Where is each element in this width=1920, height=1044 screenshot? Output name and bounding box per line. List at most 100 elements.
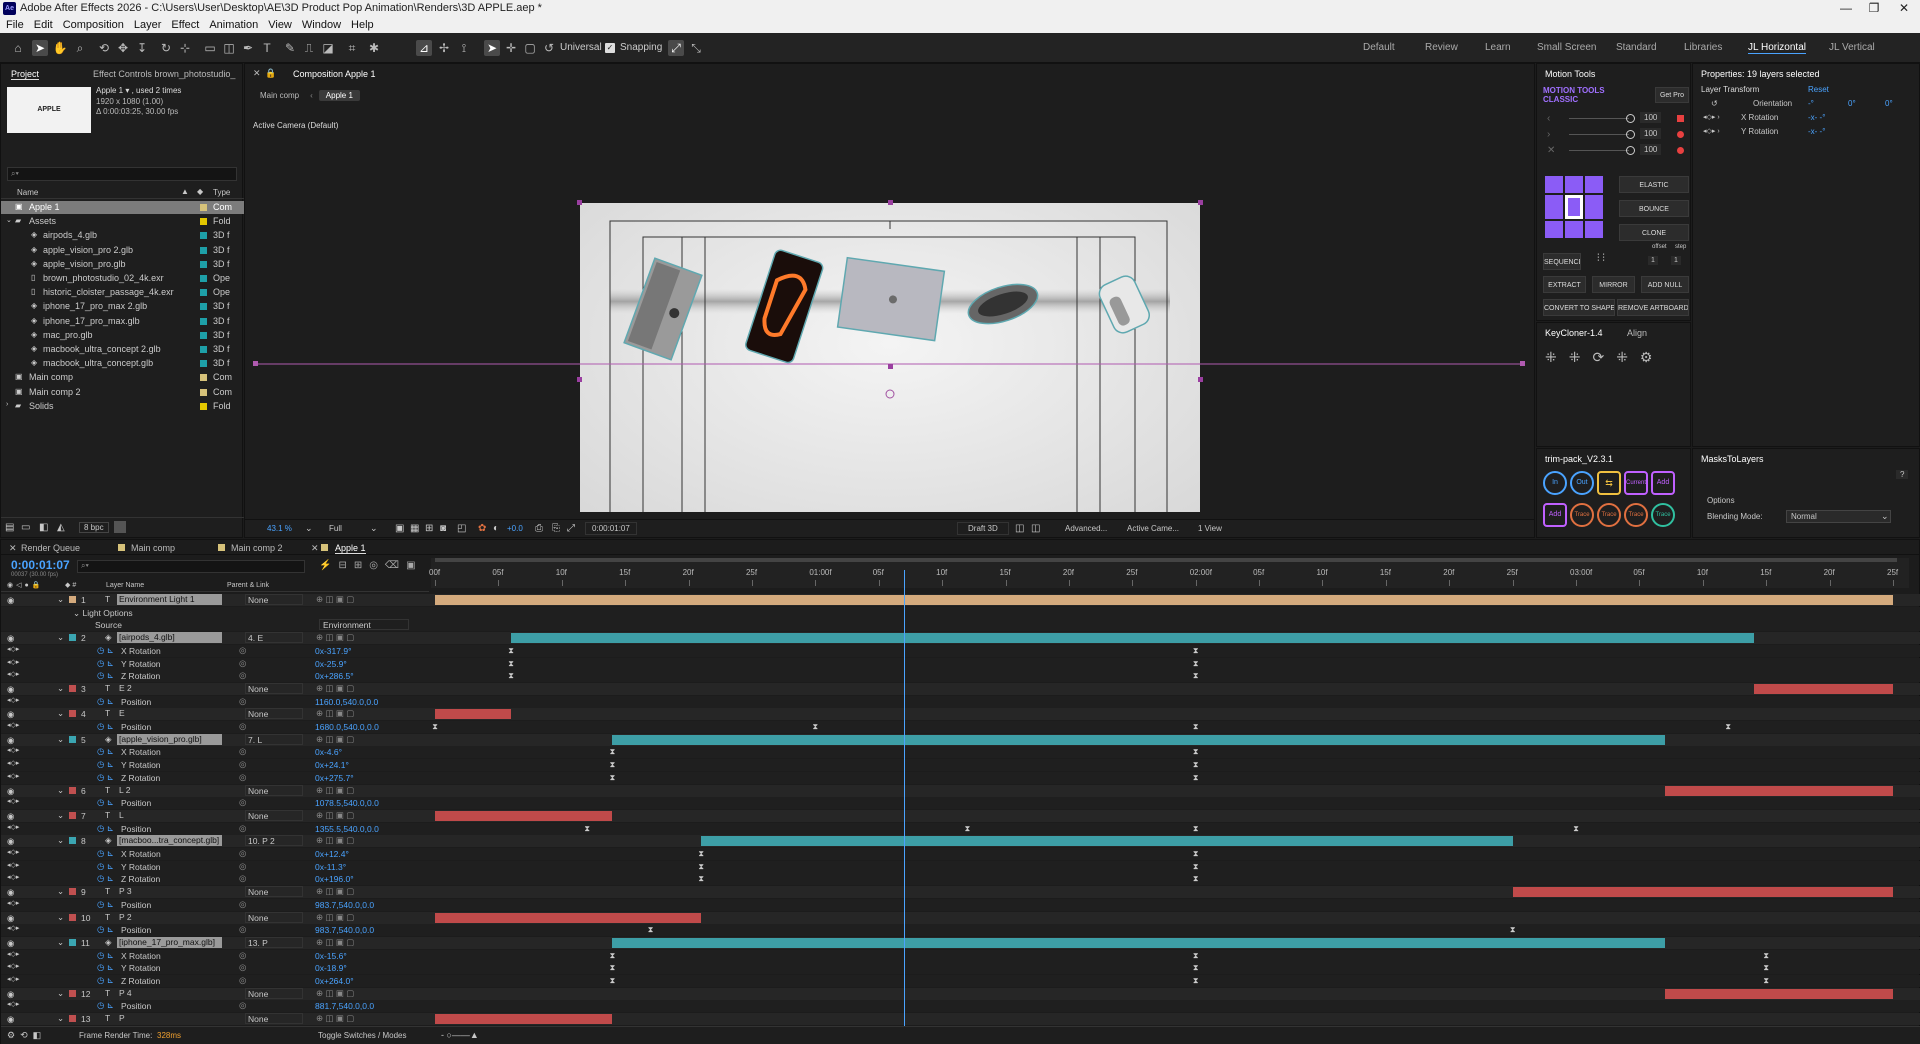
menu-file[interactable]: File [6,19,24,31]
playhead[interactable] [904,570,906,1026]
property-value[interactable]: 0x+196.0° [315,874,354,884]
keyframe[interactable]: ⧗ [1572,824,1580,833]
layer-row[interactable]: ◉ ⌄ 4 T E None ⊕ ◫ ▣ ▢ [1,708,1920,721]
project-item[interactable]: ◈ macbook_ultra_concept.glb 3D f [1,357,244,370]
twirl-icon[interactable]: ⌄ [57,708,64,719]
layer-row[interactable]: ◉ ⌄ 9 T P 3 None ⊕ ◫ ▣ ▢ [1,886,1920,899]
layer-switches[interactable]: ⊕ ◫ ▣ ▢ [316,835,354,846]
hand-tool-icon[interactable]: ✋ [52,40,68,56]
layer-switches[interactable]: ⊕ ◫ ▣ ▢ [316,632,354,643]
tab-motion-tools[interactable]: Motion Tools [1545,69,1595,79]
cube-tool-icon[interactable]: ◫ [221,40,237,56]
property-row[interactable]: ◂◇▸ Y Rotation ◷ ⊾ ◎ 0x-18.9° ⧗ ⧗ ⧗ [1,962,1920,975]
puppet-tool-icon[interactable]: ✱ [366,40,382,56]
layer-track[interactable]: ⧗ ⧗ ⧗ ⧗ [431,721,1909,733]
property-row[interactable]: ◂◇▸ Position ◷ ⊾ ◎ 881.7,540.0,0.0 [1,1000,1920,1013]
project-item[interactable]: ◈ mac_pro.glb 3D f [1,329,244,342]
breadcrumb-apple-1[interactable]: Apple 1 [318,90,360,101]
twirl-icon[interactable]: ⌄ [57,785,64,796]
workspace-jl-horizontal[interactable]: JL Horizontal [1748,42,1806,54]
keyframe[interactable]: ⧗ [1724,722,1732,731]
keyframe[interactable]: ⧗ [507,671,515,680]
keyframe[interactable]: ⧗ [608,976,616,985]
advanced-dropdown[interactable]: Advanced... [1065,524,1107,533]
workspace-small-screen[interactable]: Small Screen [1537,42,1596,53]
property-value[interactable]: 0x-25.9° [315,659,347,669]
parent-dropdown[interactable]: None [245,1013,303,1025]
slider-value[interactable]: 100 [1640,112,1662,123]
stamp-tool-icon[interactable]: ⎍ [301,40,317,56]
pickwhip-icon[interactable]: ◎ [239,658,246,669]
channel-icon[interactable]: ◰ [457,523,466,534]
property-value[interactable]: 0x+264.0° [315,976,354,986]
time-ruler[interactable]: 00f 05f 10f 15f 20f 25f 01:00f 05f 10f 15f 20f 25f 0… [429,558,1909,588]
property-value[interactable]: 881.7,540.0,0.0 [315,1001,374,1011]
menu-view[interactable]: View [268,19,292,31]
menu-composition[interactable]: Composition [63,19,124,31]
menu-layer[interactable]: Layer [134,19,162,31]
keyframe[interactable]: ⧗ [608,963,616,972]
workspace-jl-vertical[interactable]: JL Vertical [1829,42,1875,53]
label-icon[interactable]: ◆ [197,187,203,196]
pickwhip-icon[interactable]: ◎ [239,797,246,808]
visibility-eye-icon[interactable]: ◉ [7,735,14,746]
orientation-x[interactable]: -° [1808,99,1814,108]
layer-track[interactable]: ⧗ ⧗ [431,746,1909,758]
stopwatch-icon[interactable]: ◷ ⊾ [97,670,114,681]
layer-switches[interactable]: ⊕ ◫ ▣ ▢ [316,785,354,796]
layer-switches[interactable]: ⊕ ◫ ▣ ▢ [316,734,354,745]
transparency-icon[interactable]: ▦ [410,523,419,534]
layer-track[interactable]: ⧗ ⧗ ⧗ [431,950,1909,962]
snap-options-icon[interactable]: ⤢ [668,40,684,56]
layer-row[interactable]: ◉ ⌄ 12 T P 4 None ⊕ ◫ ▣ ▢ [1,987,1920,1000]
property-row[interactable]: ◂◇▸ Z Rotation ◷ ⊾ ◎ 0x+196.0° ⧗ ⧗ [1,873,1920,886]
workspace-libraries[interactable]: Libraries [1684,42,1722,53]
property-row[interactable]: ◂◇▸SourceEnvironment [1,619,1920,632]
keyframe-nav-icon[interactable]: ◂◇▸ [7,848,19,856]
property-value[interactable]: 0x-4.6° [315,747,342,757]
parent-dropdown[interactable]: None [245,784,303,796]
pickwhip-icon[interactable]: ◎ [239,962,246,973]
property-value[interactable]: 0x-15.6° [315,951,347,961]
pickwhip-icon[interactable]: ◎ [239,975,246,986]
label-swatch[interactable] [69,684,76,692]
trim-add-button[interactable]: Add [1651,471,1675,495]
label-swatch[interactable] [200,374,207,382]
zoom-slider[interactable]: - ○——▲ [441,1030,479,1040]
view-layout-dropdown[interactable]: 1 View [1198,524,1222,533]
pickwhip-icon[interactable]: ◎ [239,899,246,910]
region-icon[interactable]: ▣ [395,523,404,534]
label-swatch[interactable] [69,837,76,845]
col-type[interactable]: Type [213,188,230,197]
layer-duration-bar[interactable] [701,836,1513,847]
snapping-label[interactable]: Snapping [620,42,662,53]
tab-render-queue[interactable]: Render Queue [21,543,80,553]
property-value[interactable]: 0x+12.4° [315,849,349,859]
parent-dropdown[interactable]: None [245,809,303,821]
roto-tool-icon[interactable]: ⌗ [344,40,360,56]
keyframe-nav-icon[interactable]: ◂◇▸ [7,950,19,958]
stopwatch-icon[interactable]: ◷ ⊾ [97,721,114,732]
tab-main-comp[interactable]: Main comp [131,543,175,553]
layer-name[interactable]: P [117,1013,222,1024]
keyframe[interactable]: ⧗ [608,760,616,769]
new-comp-icon[interactable]: ◧ [39,522,48,533]
layer-track[interactable]: ⧗ ⧗ [431,924,1909,936]
layer-track[interactable]: ⧗ ⧗ ⧗ [431,975,1909,987]
project-item[interactable]: ◈ iphone_17_pro_max.glb 3D f [1,315,244,328]
parent-dropdown[interactable]: None [245,911,303,923]
anchor-cell[interactable] [1585,220,1603,238]
trace-button[interactable]: Trace [1597,502,1621,527]
keyframe[interactable]: ⧗ [963,824,971,833]
label-swatch[interactable] [200,303,207,311]
sequence-button[interactable]: SEQUENCE [1543,253,1581,270]
layer-track[interactable] [431,785,1909,797]
twirl-icon[interactable]: ⌄ [57,988,64,999]
keyframe[interactable]: ⧗ [1762,963,1770,972]
interpret-icon[interactable]: ▤ [5,522,14,533]
layer-name[interactable]: [apple_vision_pro.glb] [117,733,222,745]
keyframe[interactable]: ⧗ [1192,963,1200,972]
parent-dropdown[interactable]: None [245,708,303,720]
pickwhip-icon[interactable]: ◎ [239,772,246,783]
timecode-display[interactable]: 0:00:01:07 [585,522,637,535]
